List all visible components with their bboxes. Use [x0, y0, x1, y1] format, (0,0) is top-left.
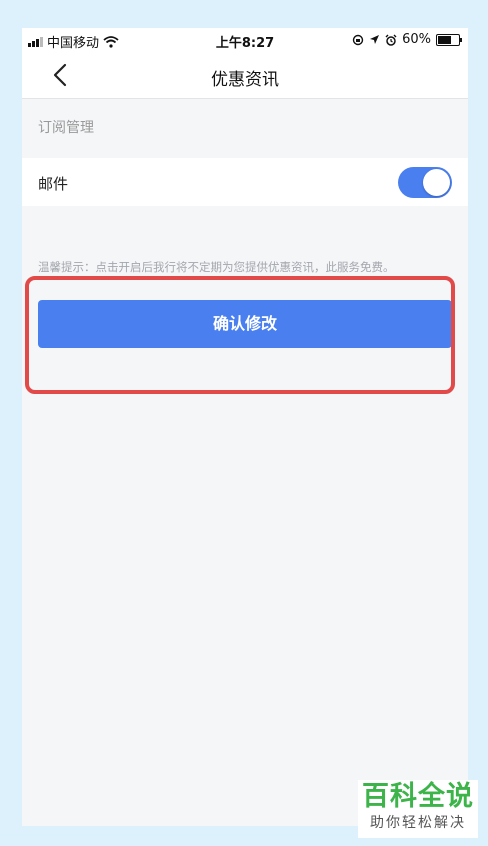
location-icon — [370, 35, 380, 44]
phone-screen: 中国移动 上午8:27 60% 优惠资讯 订阅管理 邮件 温馨提示：点击开启后我… — [22, 28, 468, 826]
watermark-title: 百科全说 — [362, 781, 474, 812]
email-subscription-row: 邮件 — [22, 158, 468, 206]
nav-bar: 优惠资讯 — [22, 52, 468, 99]
orientation-lock-icon — [352, 34, 364, 45]
status-right: 60% — [352, 32, 462, 47]
battery-percent: 60% — [402, 32, 431, 47]
status-bar: 中国移动 上午8:27 60% — [22, 28, 468, 52]
tip-text: 温馨提示：点击开启后我行将不定期为您提供优惠资讯，此服务免费。 — [38, 260, 395, 274]
highlight-box — [25, 276, 455, 394]
alarm-icon — [385, 34, 397, 46]
watermark-subtitle: 助你轻松解决 — [370, 815, 466, 831]
email-toggle[interactable] — [398, 167, 452, 198]
battery-icon — [436, 33, 462, 46]
watermark-logo: 百科全说 助你轻松解决 — [358, 780, 478, 838]
email-label: 邮件 — [38, 175, 69, 193]
page-title: 优惠资讯 — [211, 70, 279, 90]
section-label: 订阅管理 — [38, 120, 94, 136]
toggle-knob — [423, 169, 450, 196]
